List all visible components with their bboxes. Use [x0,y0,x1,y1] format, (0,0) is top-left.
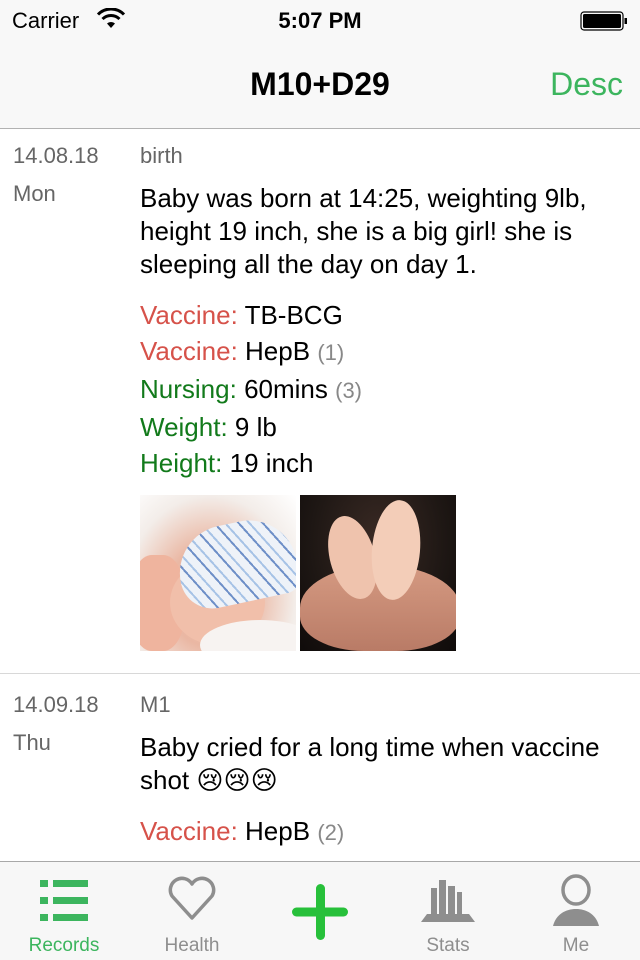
list-icon [40,880,88,921]
record-tag: M1 [140,692,171,717]
detail-count: (2) [317,820,345,845]
detail-label: Vaccine: [140,336,238,366]
tab-label: Me [562,935,590,956]
tab-label: Stats [426,935,470,956]
record-details: Vaccine: HepB (2) [140,813,620,851]
detail-value: HepB [245,336,311,366]
record-item[interactable]: 14.08.18 Mon birth Baby was born at 14:2… [0,129,640,674]
sort-desc-button[interactable]: Desc [550,66,623,103]
detail-value: HepB [245,816,311,846]
status-bar: Carrier 5:07 PM [0,0,640,40]
record-tag: birth [140,143,183,168]
battery-full-icon [580,11,627,31]
detail-vaccine: Vaccine: TB-BCG [140,297,620,333]
tab-health[interactable]: Health [128,862,256,960]
heart-icon [168,876,216,920]
tab-label: Health [164,935,220,956]
bar-chart-icon [421,880,475,922]
tab-bar: Records Health Stats Me [0,861,640,960]
detail-label: Height: [140,448,223,478]
detail-value: 9 lb [234,412,277,442]
tab-stats[interactable]: Stats [384,862,512,960]
detail-count: (1) [317,340,345,365]
detail-value: 19 inch [229,448,314,478]
record-text: Baby was born at 14:25, weighting 9lb, h… [140,183,587,279]
tab-me[interactable]: Me [512,862,640,960]
plus-icon [292,884,348,940]
records-list[interactable]: 14.08.18 Mon birth Baby was born at 14:2… [0,129,640,861]
detail-label: Nursing: [140,374,237,404]
navigation-bar: M10+D29 Desc [0,40,640,129]
record-details: Vaccine: TB-BCG Vaccine: HepB (1) Nursin… [140,297,620,481]
detail-nursing: Nursing: 60mins (3) [140,371,620,409]
record-day: Thu [13,730,51,755]
detail-height: Height: 19 inch [140,445,620,481]
detail-vaccine: Vaccine: HepB (1) [140,333,620,371]
detail-value: 60mins [244,374,328,404]
detail-label: Vaccine: [140,300,238,330]
detail-label: Weight: [140,412,228,442]
record-item[interactable]: 14.09.18 Thu M1 Baby cried for a long ti… [0,674,640,861]
detail-vaccine: Vaccine: HepB (2) [140,813,620,851]
tab-label: Records [28,935,100,956]
person-icon [553,874,599,926]
record-date: 14.09.18 [13,692,99,717]
record-text: Baby cried for a long time when vaccine … [140,732,600,795]
page-title: M10+D29 [250,66,390,102]
detail-weight: Weight: 9 lb [140,409,620,445]
status-time: 5:07 PM [278,8,362,33]
baby-feet-photo[interactable] [300,495,456,651]
record-day: Mon [13,181,56,206]
tab-records[interactable]: Records [0,862,128,960]
detail-value: TB-BCG [244,300,343,330]
sleeping-baby-photo[interactable] [140,495,296,651]
record-photos [140,495,620,673]
record-date: 14.08.18 [13,143,99,168]
detail-count: (3) [335,378,363,403]
add-record-button[interactable] [256,862,384,960]
detail-label: Vaccine: [140,816,238,846]
